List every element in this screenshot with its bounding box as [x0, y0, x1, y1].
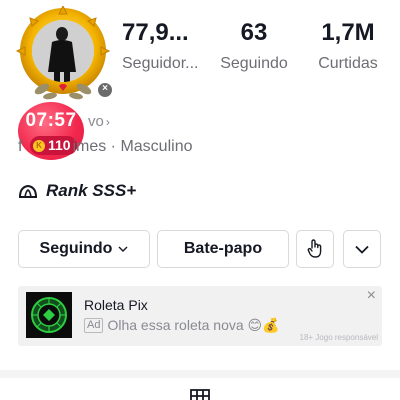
roulette-icon — [26, 292, 72, 338]
stat-followers[interactable]: 77,9... Seguidor... — [122, 18, 210, 74]
likes-count: 1,7M — [321, 19, 375, 46]
following-label: Seguindo — [220, 55, 288, 72]
ad-description: Ad Olha essa roleta nova 😊💰 — [84, 317, 280, 334]
grid-icon — [190, 389, 210, 400]
bio-meta-partial: f — [18, 138, 23, 155]
bio-link[interactable]: vo › — [88, 113, 110, 130]
ad-text: Olha essa roleta nova 😊💰 — [107, 317, 280, 333]
following-count: 63 — [240, 19, 268, 46]
close-icon[interactable]: × — [367, 287, 376, 305]
bio-meta-text: imes · Masculino — [72, 138, 193, 155]
timer-text: 07:57 — [25, 110, 77, 131]
chat-button-label: Bate-papo — [183, 240, 263, 257]
hand-pointer-icon — [307, 239, 322, 258]
more-button[interactable] — [343, 230, 381, 268]
tab-videos-grid[interactable] — [189, 388, 211, 400]
stat-likes[interactable]: 1,7M Curtidas — [302, 18, 394, 74]
stat-following[interactable]: 63 Seguindo — [214, 18, 294, 74]
ad-badge: Ad — [84, 318, 104, 333]
chevron-down-icon — [355, 245, 369, 254]
profile-header: × 07:57 K 110 77,9... Seguidor... 63 Seg… — [0, 0, 400, 230]
followers-count: 77,9... — [122, 19, 189, 46]
rank-cap-icon — [19, 185, 37, 198]
chat-button[interactable]: Bate-papo — [157, 230, 289, 268]
following-button[interactable]: Seguindo — [18, 230, 150, 268]
followers-label: Seguidor... — [122, 55, 199, 72]
close-icon[interactable]: × — [97, 82, 113, 98]
avatar-photo — [32, 20, 94, 82]
profile-actions: Seguindo Bate-papo — [18, 230, 382, 268]
rank-badge[interactable]: Rank SSS+ — [18, 181, 136, 201]
ad-disclaimer: 18+ Jogo responsável — [299, 333, 379, 342]
hand-pointer-button[interactable] — [296, 230, 334, 268]
chevron-down-icon — [118, 246, 128, 252]
ad-thumbnail — [26, 292, 72, 338]
profile-stats: 77,9... Seguidor... 63 Seguindo 1,7M Cur… — [122, 18, 392, 88]
ad-title: Roleta Pix — [84, 297, 148, 313]
section-divider — [0, 370, 400, 378]
avatar[interactable]: × — [12, 6, 113, 106]
likes-label: Curtidas — [318, 55, 378, 72]
chevron-right-icon: › — [105, 115, 110, 129]
bio-meta: f imes · Masculino — [18, 138, 192, 156]
rank-label: Rank SSS+ — [46, 181, 137, 200]
ad-card[interactable]: Roleta Pix Ad Olha essa roleta nova 😊💰 ×… — [18, 286, 382, 346]
following-button-label: Seguindo — [39, 240, 113, 257]
bio-link-text: vo — [88, 113, 104, 130]
